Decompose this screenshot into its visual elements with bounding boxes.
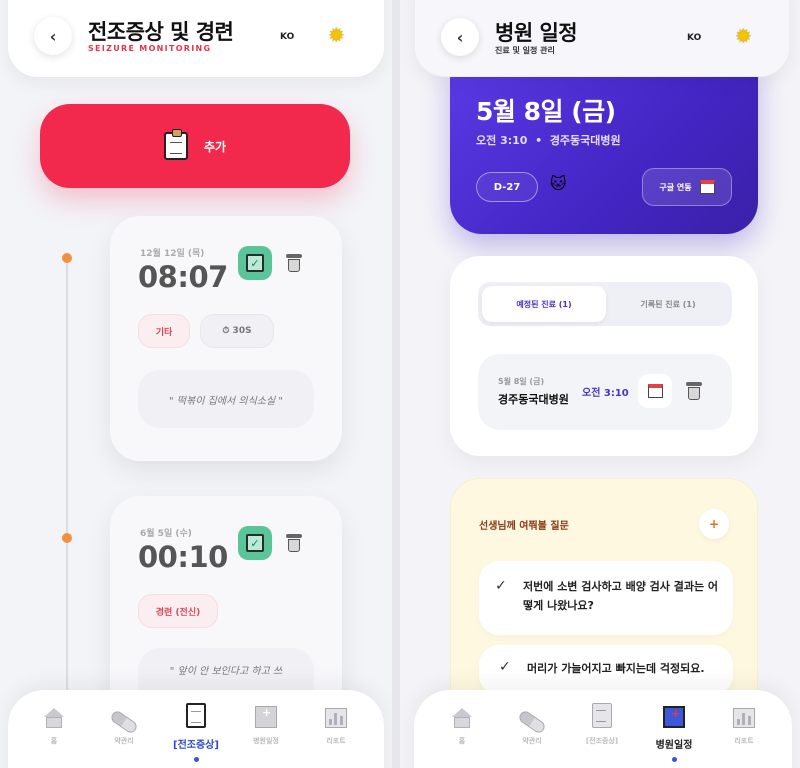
appointment-date: 5월 8일 (금) <box>498 377 545 386</box>
schedule-card: 예정된 진료 (1) 기록된 진료 (1) 5월 8일 (금) 경주동국대병원 … <box>450 256 758 456</box>
pill-icon <box>517 709 547 735</box>
clipboard-icon <box>592 703 612 728</box>
language-toggle[interactable]: KO <box>280 32 294 42</box>
dday-badge: D-27 <box>476 172 538 202</box>
back-button[interactable]: ‹ <box>441 18 479 56</box>
screen-divider <box>392 0 400 768</box>
nav-home[interactable]: 홈 <box>22 700 86 746</box>
question-item[interactable]: ✓ 머리가 가늘어지고 빠지는데 걱정되요. <box>479 645 733 695</box>
trash-icon[interactable] <box>686 382 702 400</box>
page-title: 병원 일정 <box>495 21 578 45</box>
nav-seizure[interactable]: [전조증상] <box>164 700 228 762</box>
hospital-icon <box>255 706 277 728</box>
appointment-hospital: 경주동국대병원 <box>498 393 569 406</box>
hero-date: 5월 8일 (금) <box>476 97 616 126</box>
nav-home[interactable]: 홈 <box>430 700 494 746</box>
hospital-icon <box>663 706 685 728</box>
header: ‹ 전조증상 및 경련 SEIZURE MONITORING KO ✹ <box>8 0 384 77</box>
record-card: 12월 12일 (목) 08:07 ✓ 기타 ⏱ 30S " 떡볶이 집에서 의… <box>110 216 342 461</box>
home-icon <box>43 708 65 728</box>
page-title: 전조증상 및 경련 <box>88 20 234 44</box>
add-question-button[interactable]: + <box>699 509 729 539</box>
google-calendar-button[interactable]: 구글 연동 <box>642 168 732 206</box>
check-icon[interactable]: ✓ <box>495 578 507 594</box>
back-button[interactable]: ‹ <box>34 17 72 55</box>
hero-info: 오전 3:10 • 경주동국대병원 <box>476 134 621 147</box>
language-toggle[interactable]: KO <box>687 33 701 43</box>
duration-tag: ⏱ 30S <box>200 314 274 348</box>
checkbox-icon[interactable]: ✓ <box>238 526 272 560</box>
appointment-time: 오전 3:10 <box>582 388 629 399</box>
chart-icon <box>325 708 347 728</box>
check-icon[interactable]: ✓ <box>499 659 511 675</box>
calendar-icon[interactable] <box>638 374 672 408</box>
hospital-screen: 5월 8일 (금) 오전 3:10 • 경주동국대병원 D-27 🐱 구글 연동… <box>400 0 800 768</box>
questions-title: 선생님께 여쭤볼 질문 <box>479 521 569 532</box>
nav-hospital[interactable]: 병원일정 <box>234 700 298 746</box>
question-text: 저번에 소변 검사하고 배양 검사 결과는 어떻게 나왔나요? <box>523 580 719 612</box>
record-note: " 떡볶이 집에서 의식소실 " <box>138 370 314 428</box>
clipboard-icon <box>163 129 188 160</box>
record-time: 08:07 <box>138 260 228 294</box>
timeline-dot <box>62 533 72 543</box>
bottom-nav: 홈 약관리 [전조증상] 병원일정 리포트 <box>414 690 792 768</box>
seizure-screen: ‹ 전조증상 및 경련 SEIZURE MONITORING KO ✹ 추가 1… <box>0 0 392 768</box>
question-text: 머리가 가늘어지고 빠지는데 걱정되요. <box>527 662 705 675</box>
chevron-left-icon: ‹ <box>49 26 57 46</box>
question-item[interactable]: ✓ 저번에 소변 검사하고 배양 검사 결과는 어떻게 나왔나요? <box>479 561 733 635</box>
pill-icon <box>109 709 139 735</box>
nav-seizure[interactable]: [전조증상] <box>570 700 634 746</box>
tab-scheduled[interactable]: 예정된 진료 (1) <box>482 286 606 322</box>
header: ‹ 병원 일정 진료 및 일정 관리 KO ✹ <box>414 0 790 77</box>
calendar-icon <box>699 180 715 194</box>
trash-icon[interactable] <box>286 534 302 552</box>
timeline-dot <box>62 253 72 263</box>
checkbox-icon[interactable]: ✓ <box>238 246 272 280</box>
clipboard-icon <box>186 703 206 728</box>
nav-report[interactable]: 리포트 <box>304 700 368 746</box>
nav-medication[interactable]: 약관리 <box>92 700 156 746</box>
page-subtitle: 진료 및 일정 관리 <box>495 46 555 55</box>
chevron-left-icon: ‹ <box>456 27 464 47</box>
trash-icon[interactable] <box>286 254 302 272</box>
active-indicator <box>193 757 199 762</box>
timeline-line <box>66 258 68 698</box>
type-tag: 기타 <box>138 314 190 348</box>
chart-icon <box>733 708 755 728</box>
tab-recorded[interactable]: 기록된 진료 (1) <box>606 286 730 322</box>
add-record-button[interactable]: 추가 <box>40 104 350 188</box>
nav-report[interactable]: 리포트 <box>712 700 776 746</box>
record-date: 6월 5일 (수) <box>140 529 192 539</box>
home-icon <box>451 708 473 728</box>
record-time: 00:10 <box>138 540 228 574</box>
nav-medication[interactable]: 약관리 <box>500 700 564 746</box>
record-date: 12월 12일 (목) <box>140 249 205 259</box>
appointment-item[interactable]: 5월 8일 (금) 경주동국대병원 오전 3:10 <box>478 354 732 430</box>
cat-icon: 🐱 <box>550 174 567 193</box>
sun-icon[interactable]: ✹ <box>735 26 752 46</box>
schedule-tabs: 예정된 진료 (1) 기록된 진료 (1) <box>478 282 732 326</box>
type-tag: 경련 (전신) <box>138 594 218 628</box>
bottom-nav: 홈 약관리 [전조증상] 병원일정 리포트 <box>8 690 384 768</box>
add-label: 추가 <box>203 139 227 154</box>
sun-icon[interactable]: ✹ <box>328 25 345 45</box>
page-subtitle: SEIZURE MONITORING <box>88 44 212 53</box>
active-indicator <box>671 757 677 762</box>
nav-hospital[interactable]: 병원일정 <box>642 700 706 762</box>
next-appointment-hero: 5월 8일 (금) 오전 3:10 • 경주동국대병원 D-27 🐱 구글 연동 <box>450 60 758 234</box>
